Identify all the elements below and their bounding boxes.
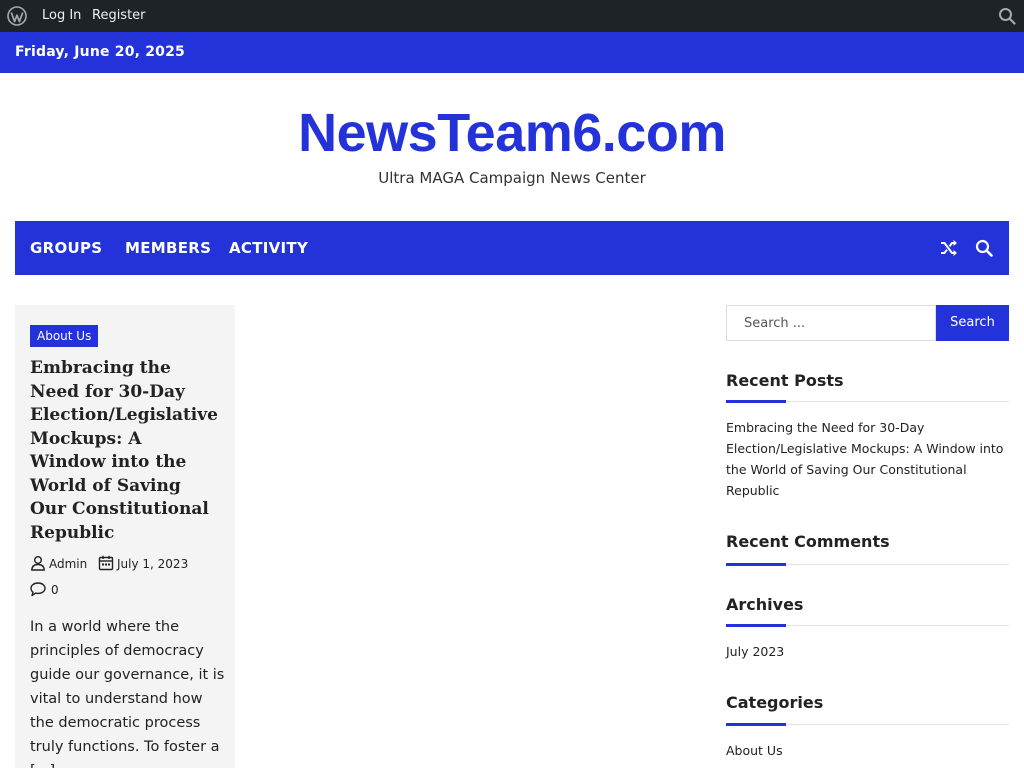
category-link-about-us[interactable]: About Us [726, 740, 1006, 761]
search-button[interactable]: Search [936, 305, 1009, 341]
post-date[interactable]: July 1, 2023 [117, 555, 188, 573]
widget-divider [726, 723, 1009, 726]
nav-search-icon[interactable] [975, 239, 993, 257]
widget-divider [726, 563, 1009, 566]
register-link[interactable]: Register [92, 0, 146, 32]
wordpress-logo-icon[interactable] [7, 6, 27, 26]
calendar-icon [98, 555, 114, 571]
main-navigation: GROUPS MEMBERS ACTIVITY [15, 221, 1009, 275]
widget-divider [726, 400, 1009, 403]
recent-posts-heading: Recent Posts [726, 371, 844, 390]
search-icon[interactable] [998, 7, 1016, 25]
post-excerpt: In a world where the principles of democ… [30, 619, 225, 768]
post-card: About Us Embracing the Need for 30-Day E… [15, 305, 235, 768]
nav-item-activity[interactable]: ACTIVITY [229, 221, 308, 275]
comment-count[interactable]: 0 [51, 581, 59, 599]
archives-heading: Archives [726, 595, 804, 614]
post-title[interactable]: Embracing the Need for 30-Day Election/L… [30, 357, 220, 545]
widget-divider [726, 624, 1009, 627]
nav-item-members[interactable]: MEMBERS [125, 221, 211, 275]
site-tagline: Ultra MAGA Campaign News Center [378, 169, 646, 187]
login-link[interactable]: Log In [42, 0, 81, 32]
user-icon [31, 556, 45, 571]
category-badge[interactable]: About Us [30, 325, 99, 347]
date-bar: Friday, June 20, 2025 [0, 32, 1024, 73]
search-input[interactable] [727, 306, 935, 340]
recent-comments-heading: Recent Comments [726, 532, 890, 551]
current-date: Friday, June 20, 2025 [15, 44, 185, 60]
site-title[interactable]: NewsTeam6.com [0, 102, 1024, 164]
archive-link-july-2023[interactable]: July 2023 [726, 641, 1006, 662]
recent-post-link[interactable]: Embracing the Need for 30-Day Election/L… [726, 417, 1006, 501]
admin-bar: Log In Register [0, 0, 1024, 32]
shuffle-icon[interactable] [940, 239, 958, 257]
post-author[interactable]: Admin [49, 555, 87, 573]
sidebar-search-field[interactable] [726, 305, 936, 341]
comment-icon [30, 582, 46, 597]
nav-item-groups[interactable]: GROUPS [30, 221, 102, 275]
categories-heading: Categories [726, 693, 824, 712]
